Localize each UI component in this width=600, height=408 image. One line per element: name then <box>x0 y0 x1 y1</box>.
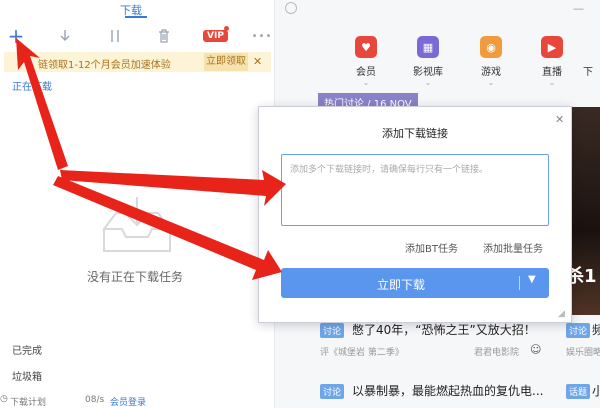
film-icon: ▦ <box>417 36 439 58</box>
vip-icon[interactable]: VIP <box>203 30 228 42</box>
pause-icon[interactable] <box>105 26 125 46</box>
download-now-button[interactable]: 立即下载 ▼ <box>281 268 549 298</box>
live-icon: ▶ <box>541 36 563 58</box>
chevron-down-icon: ⌄ <box>487 78 495 87</box>
more-icon <box>577 36 599 58</box>
category-label: 下 <box>583 67 593 78</box>
category-game[interactable]: ◉ 游戏 ⌄ <box>469 36 513 87</box>
promo-banner: 链领取1-12个月会员加速体验 立即领取 ✕ <box>4 52 271 72</box>
category-live[interactable]: ▶ 直播 ⌄ <box>530 36 574 87</box>
dialog-title: 添加下载链接 <box>382 127 448 140</box>
category-label: 游戏 <box>481 67 501 78</box>
feed-title[interactable]: 憋了40年，“恐怖之王”又放大招！ <box>352 321 536 338</box>
feed-meta[interactable]: 娱乐圈略 <box>566 345 600 358</box>
chevron-down-icon: ⌄ <box>548 78 556 87</box>
status-bar: ◷ 下载计划 08/s 会员登录 <box>0 390 274 408</box>
download-now-label: 立即下载 <box>376 278 425 292</box>
avatar[interactable]: ☺ <box>530 343 541 356</box>
member-login-link[interactable]: 会员登录 <box>110 395 146 408</box>
feed-title[interactable]: 小 <box>592 382 600 399</box>
clock-icon: ◷ <box>0 394 8 404</box>
claim-button[interactable]: 立即领取 <box>204 53 248 71</box>
vip-icon: ♥ <box>355 36 377 58</box>
add-link-dialog: 添加下载链接 ✕ 添加多个下载链接时，请确保每行只有一个链接。 添加BT任务 添… <box>258 106 572 323</box>
empty-state-text: 没有正在下载任务 <box>87 270 184 284</box>
feed-tag: 讨论 <box>320 323 345 338</box>
category-label: 影视库 <box>413 67 443 78</box>
category-film[interactable]: ▦ 影视库 ⌄ <box>406 36 450 87</box>
chevron-down-icon: ⌄ <box>362 78 370 87</box>
speed-value: 08/s <box>85 395 105 405</box>
link-input-placeholder: 添加多个下载链接时，请确保每行只有一个链接。 <box>290 165 489 175</box>
downloading-label[interactable]: 正在下载 <box>12 78 52 93</box>
download-plan-link[interactable]: 下载计划 <box>10 395 46 408</box>
button-divider <box>519 276 520 290</box>
plus-icon[interactable]: + <box>6 24 26 48</box>
chevron-down-icon[interactable]: ▼ <box>528 274 536 285</box>
feed-title[interactable]: 以暴制暴，最能燃起热血的复仇电... <box>352 382 543 399</box>
category-label: 直播 <box>542 67 562 78</box>
feed-tag: 讨论 <box>566 323 591 338</box>
minimize-icon[interactable]: — <box>573 2 584 15</box>
banner-text: 链领取1-12个月会员加速体验 <box>38 60 171 71</box>
download-arrow-icon[interactable] <box>55 26 75 46</box>
close-icon[interactable]: ✕ <box>555 113 564 126</box>
notification-dot <box>224 26 229 31</box>
game-icon: ◉ <box>480 36 502 58</box>
more-icon[interactable]: ••• <box>252 26 272 46</box>
feed-title[interactable]: 频 <box>592 321 600 338</box>
sidebar-item-trash[interactable]: 垃圾箱 <box>12 368 42 383</box>
empty-tray-icon <box>100 193 174 258</box>
feed-tag: 讨论 <box>320 384 345 399</box>
link-input[interactable]: 添加多个下载链接时，请确保每行只有一个链接。 <box>281 154 549 226</box>
feed-tag: 话题 <box>566 384 591 399</box>
delete-icon[interactable] <box>154 26 174 46</box>
category-label: 会员 <box>356 67 376 78</box>
category-vip[interactable]: ♥ 会员 ⌄ <box>344 36 388 87</box>
resize-handle-icon[interactable]: ◢ <box>558 309 565 319</box>
add-bt-task-link[interactable]: 添加BT任务 <box>405 240 458 255</box>
sidebar-item-completed[interactable]: 已完成 <box>12 342 42 357</box>
feed-meta[interactable]: 评《城堡岩 第二季》 <box>320 345 404 358</box>
chevron-down-icon: ⌄ <box>424 78 432 87</box>
close-icon[interactable]: ✕ <box>253 55 262 68</box>
user-icon[interactable] <box>285 2 297 14</box>
add-batch-task-link[interactable]: 添加批量任务 <box>483 240 543 255</box>
feed-author[interactable]: 君君电影院 <box>474 345 519 358</box>
category-more[interactable]: 下 <box>576 36 600 78</box>
tab-underline <box>125 16 147 18</box>
